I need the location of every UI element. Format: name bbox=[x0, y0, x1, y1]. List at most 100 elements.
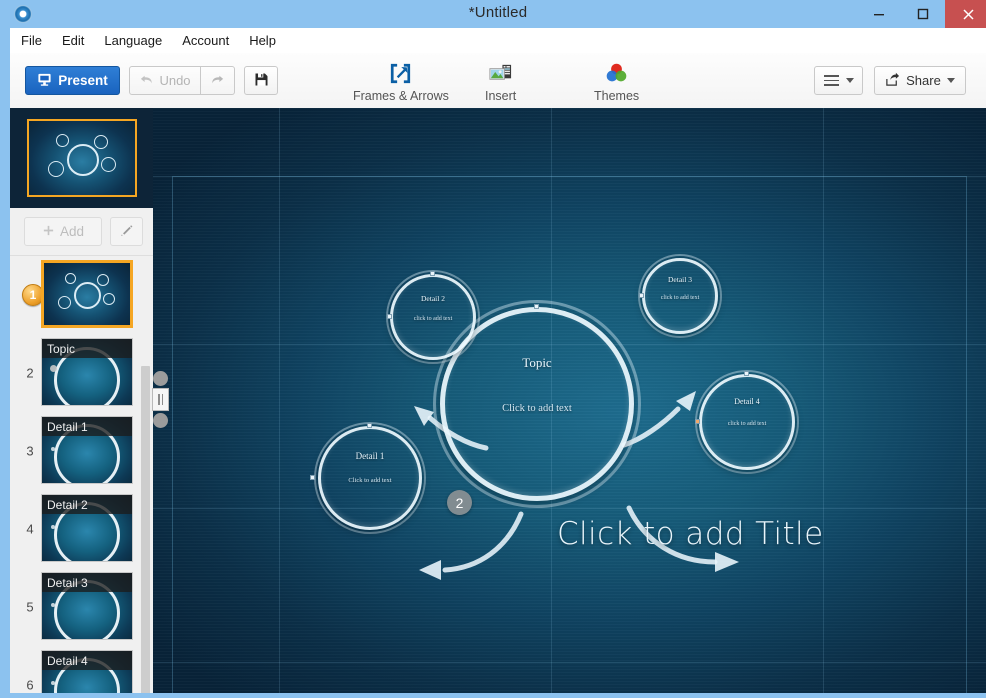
thumbnail-scrollbar[interactable] bbox=[141, 256, 150, 693]
path-step-badge-2[interactable]: 2 bbox=[447, 490, 472, 515]
insert-image-icon bbox=[488, 60, 513, 86]
close-button[interactable] bbox=[945, 0, 986, 28]
thumbnail-scrollbar-thumb[interactable] bbox=[141, 366, 150, 693]
slide-preview-image bbox=[26, 119, 137, 197]
resize-handle-top[interactable] bbox=[534, 304, 539, 309]
slide-thumbnail-5[interactable]: 5 Detail 3 bbox=[10, 568, 153, 646]
frame-detail-2-subtitle[interactable]: click to add text bbox=[414, 316, 453, 322]
resize-handle-top[interactable] bbox=[367, 423, 372, 428]
insert-group[interactable]: Insert bbox=[475, 58, 526, 103]
present-screen-icon bbox=[37, 72, 52, 90]
slide-thumbnail-1[interactable]: 1 bbox=[10, 256, 153, 334]
slide-caption: Detail 1 bbox=[42, 417, 132, 436]
slide-caption: Detail 4 bbox=[42, 651, 132, 670]
slide-thumbnail-4[interactable]: 4 Detail 2 bbox=[10, 490, 153, 568]
frame-detail-4-title[interactable]: Detail 4 bbox=[734, 397, 760, 406]
slide-number: 4 bbox=[26, 521, 34, 537]
themes-color-circles-icon bbox=[604, 60, 629, 86]
add-slide-label: Add bbox=[59, 224, 85, 239]
slide-number: 6 bbox=[26, 677, 34, 693]
hamburger-menu-icon bbox=[823, 75, 839, 86]
menu-item-edit[interactable]: Edit bbox=[53, 30, 93, 51]
maximize-button[interactable] bbox=[901, 0, 945, 28]
slide-caption: Detail 3 bbox=[42, 573, 132, 592]
title-bar: *Untitled bbox=[5, 0, 986, 28]
resize-handle-left[interactable] bbox=[310, 475, 315, 480]
window-title: *Untitled bbox=[468, 4, 528, 21]
menu-bar: File Edit Language Account Help bbox=[10, 28, 986, 54]
menu-item-language[interactable]: Language bbox=[95, 30, 171, 51]
splitter-collapse-up[interactable] bbox=[153, 371, 168, 386]
save-button[interactable] bbox=[244, 66, 278, 95]
share-export-icon bbox=[885, 72, 900, 90]
undo-arrow-icon bbox=[139, 72, 154, 90]
frames-arrows-icon bbox=[388, 60, 413, 86]
frame-detail-2[interactable]: Detail 2 click to add text bbox=[386, 270, 480, 364]
frame-detail-1-subtitle[interactable]: Click to add text bbox=[348, 477, 391, 484]
floppy-save-icon bbox=[254, 72, 269, 90]
resize-handle-left[interactable] bbox=[695, 419, 700, 424]
slide-number: 5 bbox=[26, 599, 34, 615]
add-slide-button[interactable]: Add bbox=[24, 217, 102, 246]
slide-thumbnail-2[interactable]: 2 Topic bbox=[10, 334, 153, 412]
frame-detail-3-title[interactable]: Detail 3 bbox=[668, 275, 692, 284]
slide-thumbnail-3[interactable]: 3 Detail 1 bbox=[10, 412, 153, 490]
frame-detail-3[interactable]: Detail 3 click to add text bbox=[638, 254, 722, 338]
resize-handle-left[interactable] bbox=[387, 314, 392, 319]
minimize-button[interactable] bbox=[857, 0, 901, 28]
frame-detail-4[interactable]: Detail 4 click to add text bbox=[695, 370, 799, 474]
slide-thumbnail-6[interactable]: 6 Detail 4 bbox=[10, 646, 153, 693]
menu-item-file[interactable]: File bbox=[12, 30, 51, 51]
plus-icon bbox=[42, 224, 55, 240]
share-label: Share bbox=[906, 73, 941, 88]
present-button[interactable]: Present bbox=[25, 66, 120, 95]
slide-thumbnail-image: Topic bbox=[41, 338, 133, 406]
panel-splitter-handle[interactable] bbox=[152, 371, 169, 428]
chevron-down-icon bbox=[845, 78, 854, 83]
slides-sidebar: Add 1 2 Topic 3 Detail 1 4 Detail 2 5 De… bbox=[10, 108, 154, 693]
frame-topic-title[interactable]: Topic bbox=[522, 355, 551, 371]
resize-handle-left[interactable] bbox=[639, 293, 644, 298]
insert-label: Insert bbox=[485, 89, 517, 103]
themes-label: Themes bbox=[594, 89, 640, 103]
present-label: Present bbox=[58, 73, 108, 88]
slide-thumbnail-list[interactable]: 1 2 Topic 3 Detail 1 4 Detail 2 5 Detail… bbox=[10, 256, 153, 693]
resize-handle-top[interactable] bbox=[430, 271, 435, 276]
frames-arrows-group[interactable]: Frames & Arrows bbox=[343, 58, 459, 103]
share-button[interactable]: Share bbox=[874, 66, 966, 95]
undo-label: Undo bbox=[159, 73, 191, 88]
frame-detail-2-title[interactable]: Detail 2 bbox=[421, 294, 445, 303]
slide-thumbnail-image: Detail 1 bbox=[41, 416, 133, 484]
menu-item-help[interactable]: Help bbox=[240, 30, 285, 51]
slide-thumbnail-image bbox=[41, 260, 133, 328]
slide-number: 3 bbox=[26, 443, 34, 459]
frames-arrows-label: Frames & Arrows bbox=[353, 89, 449, 103]
resize-handle-top[interactable] bbox=[744, 371, 749, 376]
slide-thumbnail-image: Detail 4 bbox=[41, 650, 133, 693]
themes-group[interactable]: Themes bbox=[584, 58, 649, 103]
slide-actions-row: Add bbox=[10, 208, 153, 256]
frame-detail-4-subtitle[interactable]: click to add text bbox=[728, 421, 767, 427]
slide-thumbnail-image: Detail 3 bbox=[41, 572, 133, 640]
slide-preview-panel[interactable] bbox=[10, 108, 153, 208]
frame-topic-subtitle[interactable]: Click to add text bbox=[502, 403, 572, 414]
menu-item-account[interactable]: Account bbox=[173, 30, 238, 51]
edit-slide-button[interactable] bbox=[110, 217, 143, 246]
undo-redo-group: Undo bbox=[129, 66, 235, 95]
undo-button[interactable]: Undo bbox=[129, 66, 201, 95]
splitter-collapse-down[interactable] bbox=[153, 413, 168, 428]
slide-canvas[interactable]: Topic Click to add text Detail 2 click t… bbox=[153, 108, 986, 693]
toolbar-right-buttons: Share bbox=[814, 66, 966, 95]
frame-detail-1-title[interactable]: Detail 1 bbox=[356, 451, 385, 461]
frame-detail-1[interactable]: Detail 1 Click to add text bbox=[310, 422, 426, 534]
slide-caption: Detail 2 bbox=[42, 495, 132, 514]
slide-thumbnail-image: Detail 2 bbox=[41, 494, 133, 562]
splitter-grip[interactable] bbox=[152, 388, 169, 411]
application-window: *Untitled File Edit Language Account Hel… bbox=[0, 0, 986, 698]
redo-button[interactable] bbox=[201, 66, 235, 95]
pencil-edit-icon bbox=[119, 223, 134, 241]
frame-detail-3-subtitle[interactable]: click to add text bbox=[661, 295, 700, 301]
app-menu-button[interactable] bbox=[814, 66, 863, 95]
slide-title-placeholder[interactable]: Click to add Title bbox=[557, 516, 824, 552]
slide-caption: Topic bbox=[42, 339, 132, 358]
